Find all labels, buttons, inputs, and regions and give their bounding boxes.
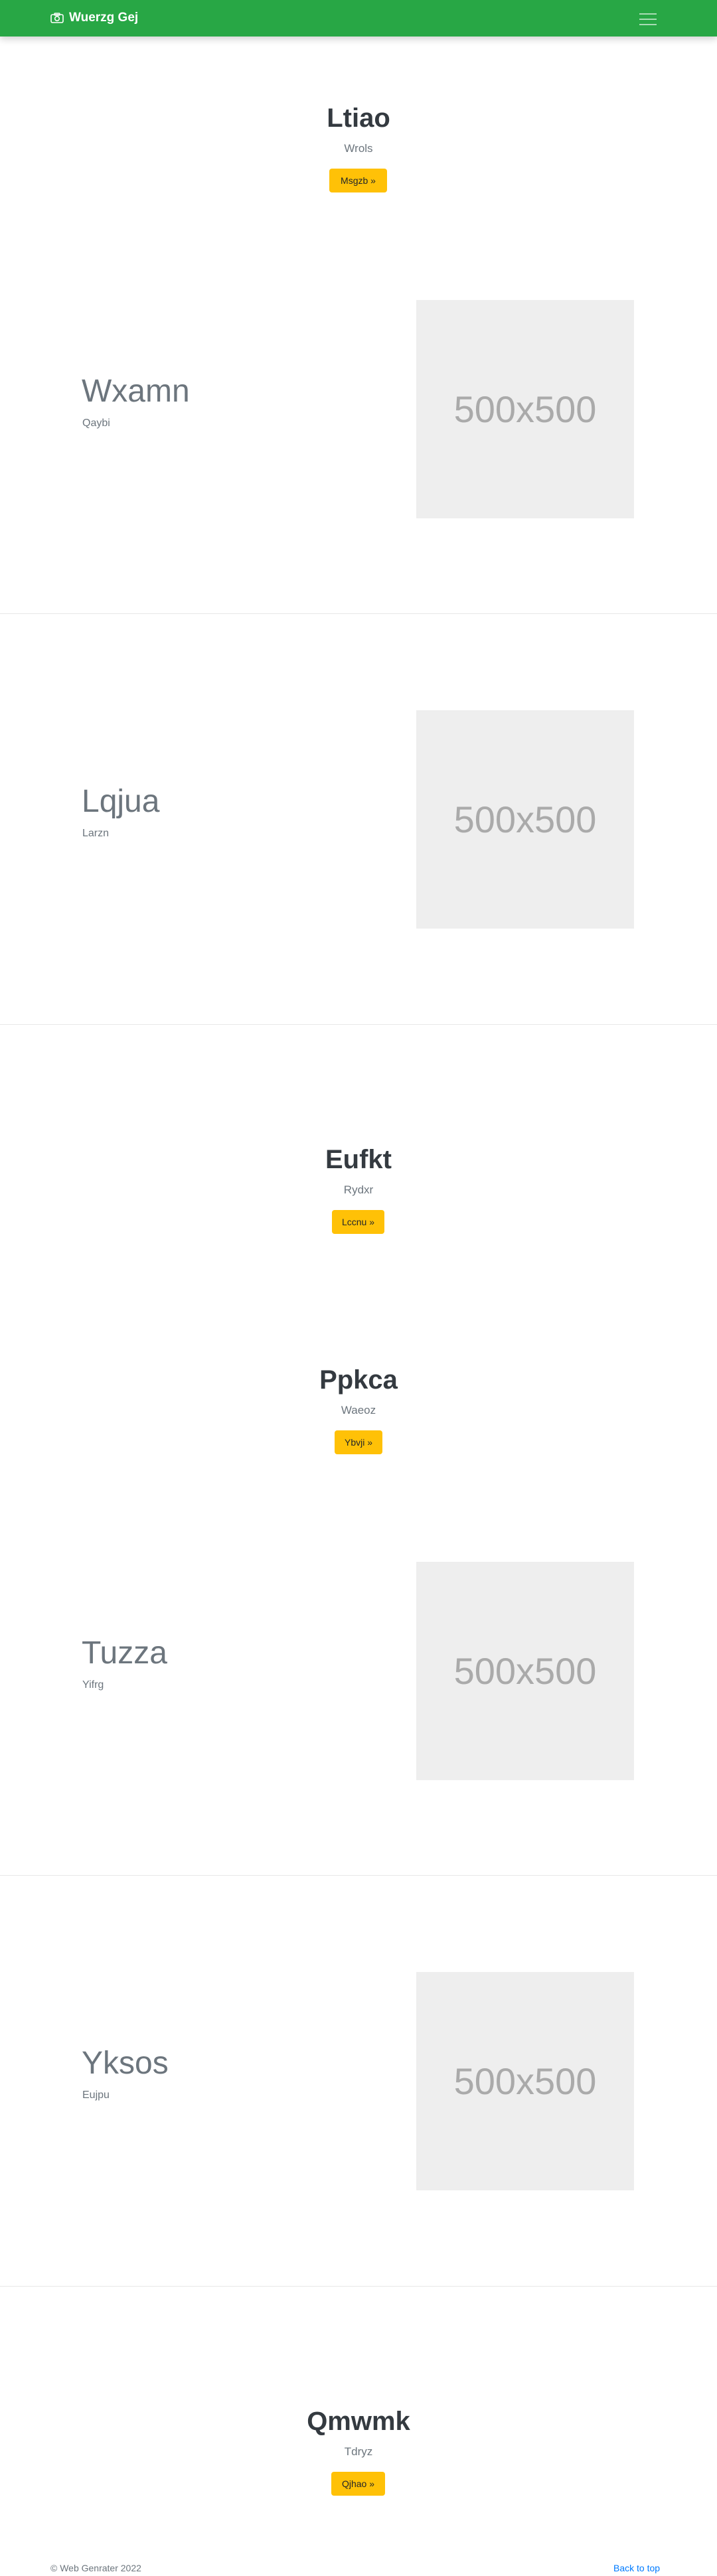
hero-title: Ltiao: [327, 104, 390, 133]
navbar: Wuerzg Gej: [0, 0, 717, 37]
hero-cta-button[interactable]: Lccnu »: [332, 1210, 384, 1234]
section-divider: [0, 613, 717, 614]
feature-title: Tuzza: [82, 1635, 167, 1671]
feature-subtitle: Qaybi: [82, 417, 110, 429]
hero-cta-button[interactable]: Ybvji »: [335, 1430, 382, 1454]
hero-title: Qmwmk: [307, 2407, 410, 2436]
hamburger-menu-icon: [639, 13, 657, 25]
camera-icon: [50, 13, 64, 23]
hero-cta-button[interactable]: Qjhao »: [331, 2472, 385, 2496]
hero-subtitle: Wrols: [344, 142, 373, 155]
feature-subtitle: Eujpu: [82, 2089, 110, 2101]
feature-title: Yksos: [82, 2046, 169, 2081]
hero-subtitle: Rydxr: [343, 1183, 374, 1196]
hero-title: Eufkt: [325, 1145, 392, 1174]
navbar-brand[interactable]: Wuerzg Gej: [50, 10, 138, 26]
section-divider: [0, 1024, 717, 1025]
feature-title: Wxamn: [82, 374, 190, 409]
hero-title: Ppkca: [319, 1365, 398, 1395]
footer-copyright: © Web Genrater 2022: [50, 2563, 141, 2573]
hero-cta-button[interactable]: Msgzb »: [329, 169, 387, 192]
section-divider: [0, 2286, 717, 2287]
feature-subtitle: Larzn: [82, 828, 110, 839]
hero-subtitle: Tdryz: [344, 2445, 373, 2458]
placeholder-image: 500x500: [416, 710, 634, 929]
back-to-top-link[interactable]: Back to top: [613, 2563, 660, 2573]
feature-subtitle: Yifrg: [82, 1679, 104, 1691]
brand-name: Wuerzg Gej: [69, 11, 139, 25]
hero-subtitle: Waeoz: [341, 1404, 376, 1416]
placeholder-image: 500x500: [416, 1562, 634, 1780]
navbar-toggler-button[interactable]: [632, 7, 663, 31]
section-divider: [0, 1875, 717, 1876]
placeholder-image: 500x500: [416, 300, 634, 518]
feature-title: Lqjua: [82, 784, 160, 819]
placeholder-image: 500x500: [416, 1972, 634, 2190]
